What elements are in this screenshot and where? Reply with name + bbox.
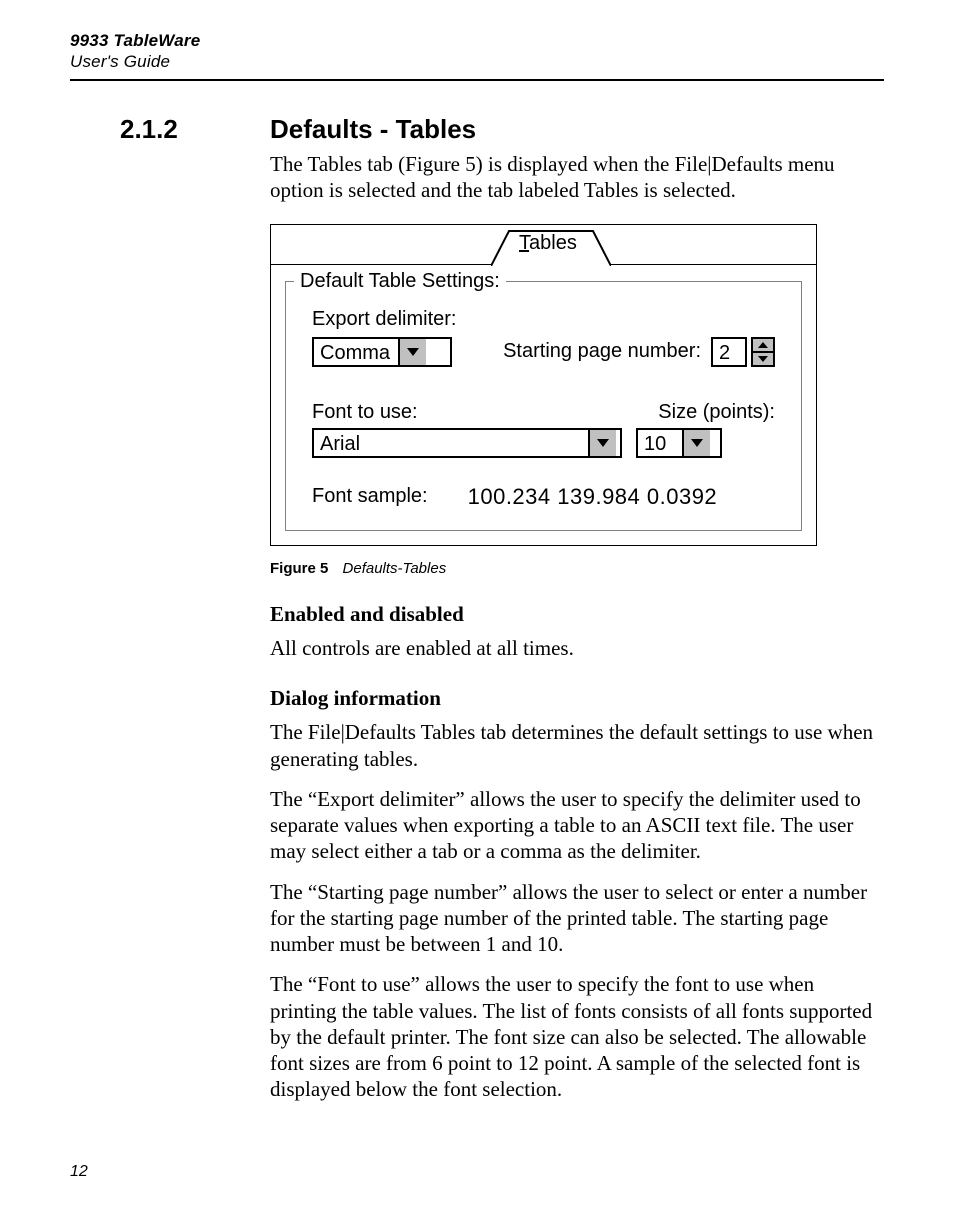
dialog-info-p3: The “Starting page number” allows the us… [270,879,884,958]
tab-tables-label: Tables [519,232,577,255]
font-to-use-label: Font to use: [312,401,418,424]
font-sample-label: Font sample: [312,485,428,508]
dialog-info-p1: The File|Defaults Tables tab determines … [270,719,884,772]
size-points-label: Size (points): [658,401,775,424]
dialog-info-p2: The “Export delimiter” allows the user t… [270,786,884,865]
font-value: Arial [314,430,588,456]
default-table-settings-group: Default Table Settings: Export delimiter… [285,281,802,531]
starting-page-spinner[interactable] [751,337,775,367]
figure-title: Defaults-Tables [343,560,447,577]
running-header: 9933 TableWare User's Guide [70,30,884,73]
chevron-down-icon[interactable] [682,430,710,456]
size-combo[interactable]: 10 [636,428,722,458]
font-sample-value: 100.234 139.984 0.0392 [468,484,718,510]
subhead-enabled-disabled: Enabled and disabled [270,601,884,627]
section-number: 2.1.2 [70,115,270,144]
dialog-info-p4: The “Font to use” allows the user to spe… [270,971,884,1102]
chevron-down-icon[interactable] [588,430,616,456]
figure-number: Figure 5 [270,560,328,577]
size-value: 10 [638,430,682,456]
enabled-disabled-text: All controls are enabled at all times. [270,635,884,661]
section-title: Defaults - Tables [270,115,884,144]
subhead-dialog-information: Dialog information [270,685,884,711]
page-number: 12 [70,1163,884,1181]
figure-caption: Figure 5 Defaults-Tables [270,560,884,577]
chevron-down-icon[interactable] [398,339,426,365]
header-rule [70,79,884,81]
product-name: 9933 TableWare [70,30,884,51]
spinner-up-icon[interactable] [753,339,773,351]
defaults-tables-dialog: Tables Default Table Settings: Export de… [270,224,817,546]
intro-paragraph: The Tables tab (Figure 5) is displayed w… [270,151,884,204]
group-title: Default Table Settings: [294,270,506,293]
doc-name: User's Guide [70,51,884,72]
export-delimiter-combo[interactable]: Comma [312,337,452,367]
tab-strip: Tables [271,225,816,265]
export-delimiter-value: Comma [314,339,398,365]
font-combo[interactable]: Arial [312,428,622,458]
starting-page-label: Starting page number: [503,340,701,363]
spinner-down-icon[interactable] [753,351,773,365]
starting-page-input[interactable]: 2 [711,337,747,367]
export-delimiter-label: Export delimiter: [312,308,775,331]
